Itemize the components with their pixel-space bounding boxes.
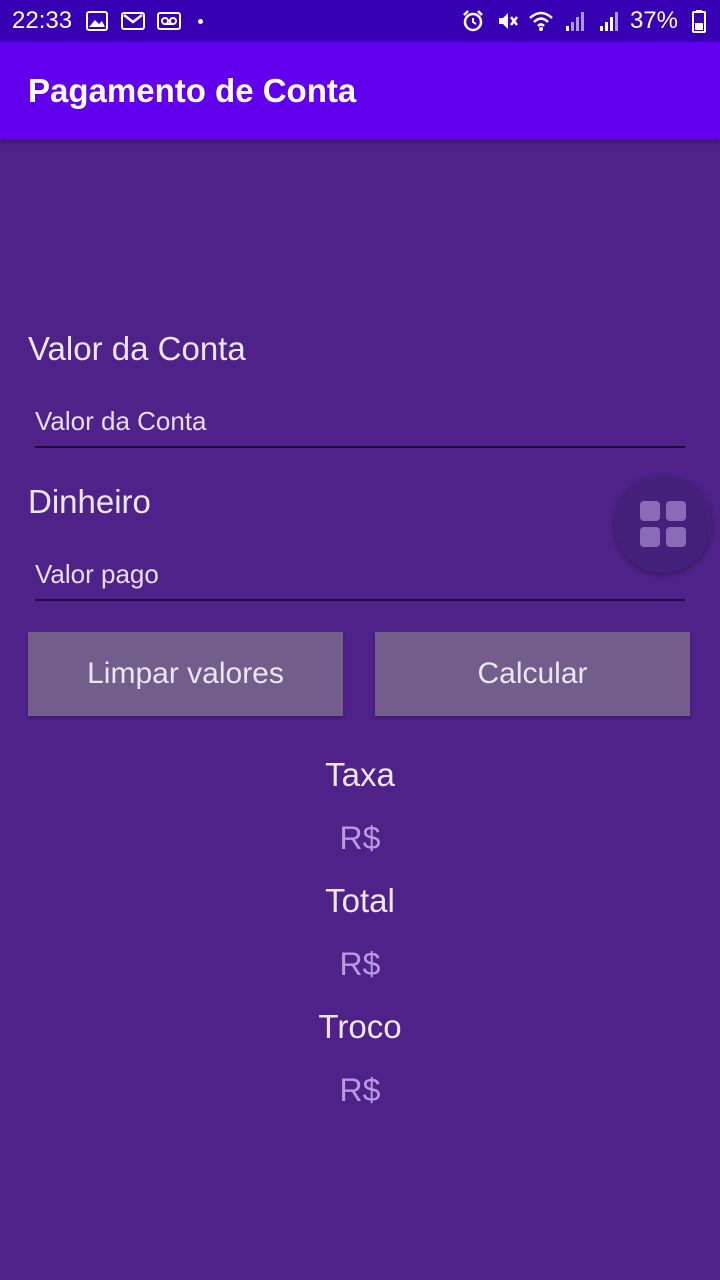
alarm-icon bbox=[460, 8, 486, 34]
bill-label: Valor da Conta bbox=[28, 330, 246, 367]
floating-menu-button[interactable] bbox=[614, 475, 712, 573]
status-time: 22:33 bbox=[12, 7, 73, 34]
grid-icon bbox=[640, 501, 686, 547]
fee-value: R$ bbox=[339, 820, 381, 856]
wifi-icon bbox=[528, 8, 554, 34]
image-icon bbox=[84, 8, 110, 34]
app-bar: Pagamento de Conta bbox=[0, 42, 720, 140]
fee-label: Taxa bbox=[325, 756, 395, 793]
status-icons: 37% bbox=[460, 7, 712, 35]
bill-amount-input[interactable] bbox=[35, 396, 685, 448]
battery-icon bbox=[686, 8, 712, 34]
change-label: Troco bbox=[318, 1008, 402, 1045]
dot-icon bbox=[198, 18, 204, 24]
notification-icons bbox=[84, 8, 204, 34]
mute-icon bbox=[494, 8, 520, 34]
gmail-icon bbox=[120, 8, 146, 34]
clear-values-button[interactable]: Limpar valores bbox=[28, 632, 343, 716]
cash-label: Dinheiro bbox=[28, 483, 151, 520]
app-title: Pagamento de Conta bbox=[28, 72, 357, 109]
cash-paid-input[interactable] bbox=[35, 549, 685, 601]
calculate-button[interactable]: Calcular bbox=[375, 632, 690, 716]
change-value: R$ bbox=[339, 1072, 381, 1108]
signal-icon bbox=[596, 8, 622, 34]
signal-icon bbox=[562, 8, 588, 34]
status-bar: 22:33 37% bbox=[0, 0, 720, 42]
voicemail-icon bbox=[156, 8, 182, 34]
battery-percent: 37% bbox=[629, 7, 678, 34]
total-label: Total bbox=[325, 882, 395, 919]
total-value: R$ bbox=[339, 946, 381, 982]
